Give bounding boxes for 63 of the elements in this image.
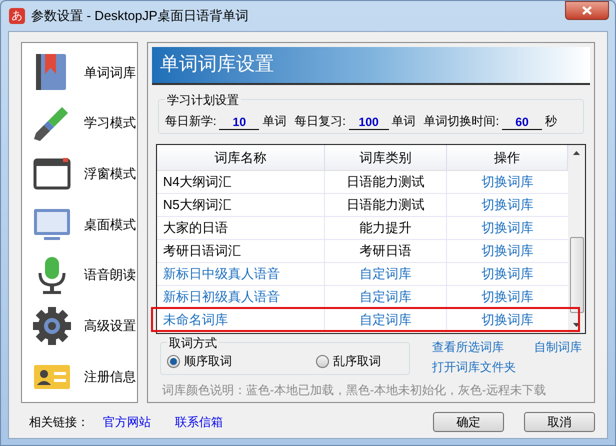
link[interactable]: 官方网站 xyxy=(103,413,151,431)
switch-link[interactable]: 切换词库 xyxy=(447,171,568,193)
gear-icon xyxy=(32,306,72,346)
color-legend-text: 词库颜色说明：蓝色-本地已加载，黑色-本地未初始化，灰色-远程未下载 xyxy=(162,382,547,399)
radio-option[interactable]: 顺序取词 xyxy=(167,352,232,370)
switch-link[interactable]: 切换词库 xyxy=(447,240,568,262)
column-header[interactable]: 词库名称 xyxy=(157,145,325,170)
unit-label: 秒 xyxy=(545,113,558,130)
radio-option[interactable]: 乱序取词 xyxy=(316,352,381,370)
table-cell: 未命名词库 xyxy=(157,309,325,331)
table-cell: 自定词库 xyxy=(325,309,447,331)
sidebar-item[interactable]: 浮窗模式 xyxy=(22,148,137,200)
switch-link[interactable]: 切换词库 xyxy=(447,286,568,308)
number-field[interactable]: 60 xyxy=(502,115,542,130)
dialog-button[interactable]: 确定 xyxy=(433,412,504,432)
table-cell: 能力提升 xyxy=(325,217,447,239)
table-cell: 日语能力测试 xyxy=(325,171,447,193)
dialog-button[interactable]: 取消 xyxy=(524,412,595,432)
window-title: 参数设置 - DesktopJP桌面日语背单词 xyxy=(31,7,248,26)
field-label: 单词切换时间: xyxy=(424,113,500,130)
scroll-up-icon xyxy=(573,151,580,155)
link[interactable]: 查看所选词库 xyxy=(432,338,516,356)
sidebar-item[interactable]: 注册信息 xyxy=(22,351,137,402)
table-cell: 新标日初级真人语音 xyxy=(157,286,325,308)
radio-button[interactable] xyxy=(167,354,180,368)
field-label: 每日复习: xyxy=(294,113,346,130)
radio-button[interactable] xyxy=(316,354,329,368)
sidebar-item[interactable]: 学习模式 xyxy=(22,98,137,148)
field-label: 每日新学: xyxy=(165,113,216,130)
scroll-down-icon xyxy=(573,323,580,327)
sidebar-item[interactable]: 桌面模式 xyxy=(22,199,137,250)
column-header[interactable]: 词库类别 xyxy=(325,145,447,170)
sidebar-item[interactable]: 单词词库 xyxy=(22,47,137,98)
close-button[interactable] xyxy=(565,1,609,20)
table-cell: 自定词库 xyxy=(325,263,447,285)
group-legend: 学习计划设置 xyxy=(165,91,241,109)
table-cell: N5大纲词汇 xyxy=(157,194,325,216)
table-cell: 新标日中级真人语音 xyxy=(157,263,325,285)
scrollbar[interactable] xyxy=(568,145,585,333)
panel-title: 单词词库设置 xyxy=(160,52,274,77)
switch-link[interactable]: 切换词库 xyxy=(447,263,568,285)
number-field[interactable]: 100 xyxy=(348,115,389,130)
app-icon: あ xyxy=(9,8,25,24)
table-cell: N4大纲词汇 xyxy=(157,171,325,193)
link[interactable]: 自制词库 xyxy=(534,338,582,356)
links-label: 相关链接： xyxy=(29,414,89,431)
table-cell: 自定词库 xyxy=(325,286,447,308)
sidebar-item[interactable]: 语音朗读 xyxy=(22,250,137,301)
table-cell: 日语能力测试 xyxy=(325,194,447,216)
switch-link[interactable]: 切换词库 xyxy=(447,194,568,216)
switch-link[interactable]: 切换词库 xyxy=(447,217,568,239)
number-field[interactable]: 10 xyxy=(219,115,260,130)
unit-label: 单词 xyxy=(392,113,416,130)
close-icon xyxy=(582,6,592,15)
table-cell: 考研日语 xyxy=(325,240,447,262)
link[interactable]: 打开词库文件夹 xyxy=(432,358,516,376)
sidebar-item[interactable]: 高级设置 xyxy=(22,300,137,352)
scroll-thumb[interactable] xyxy=(570,237,584,313)
switch-link[interactable]: 切换词库 xyxy=(447,309,568,331)
table-cell: 大家的日语 xyxy=(157,217,325,239)
unit-label: 单词 xyxy=(262,113,286,130)
link[interactable]: 联系信箱 xyxy=(175,413,223,431)
table-cell: 考研日语词汇 xyxy=(157,240,325,262)
